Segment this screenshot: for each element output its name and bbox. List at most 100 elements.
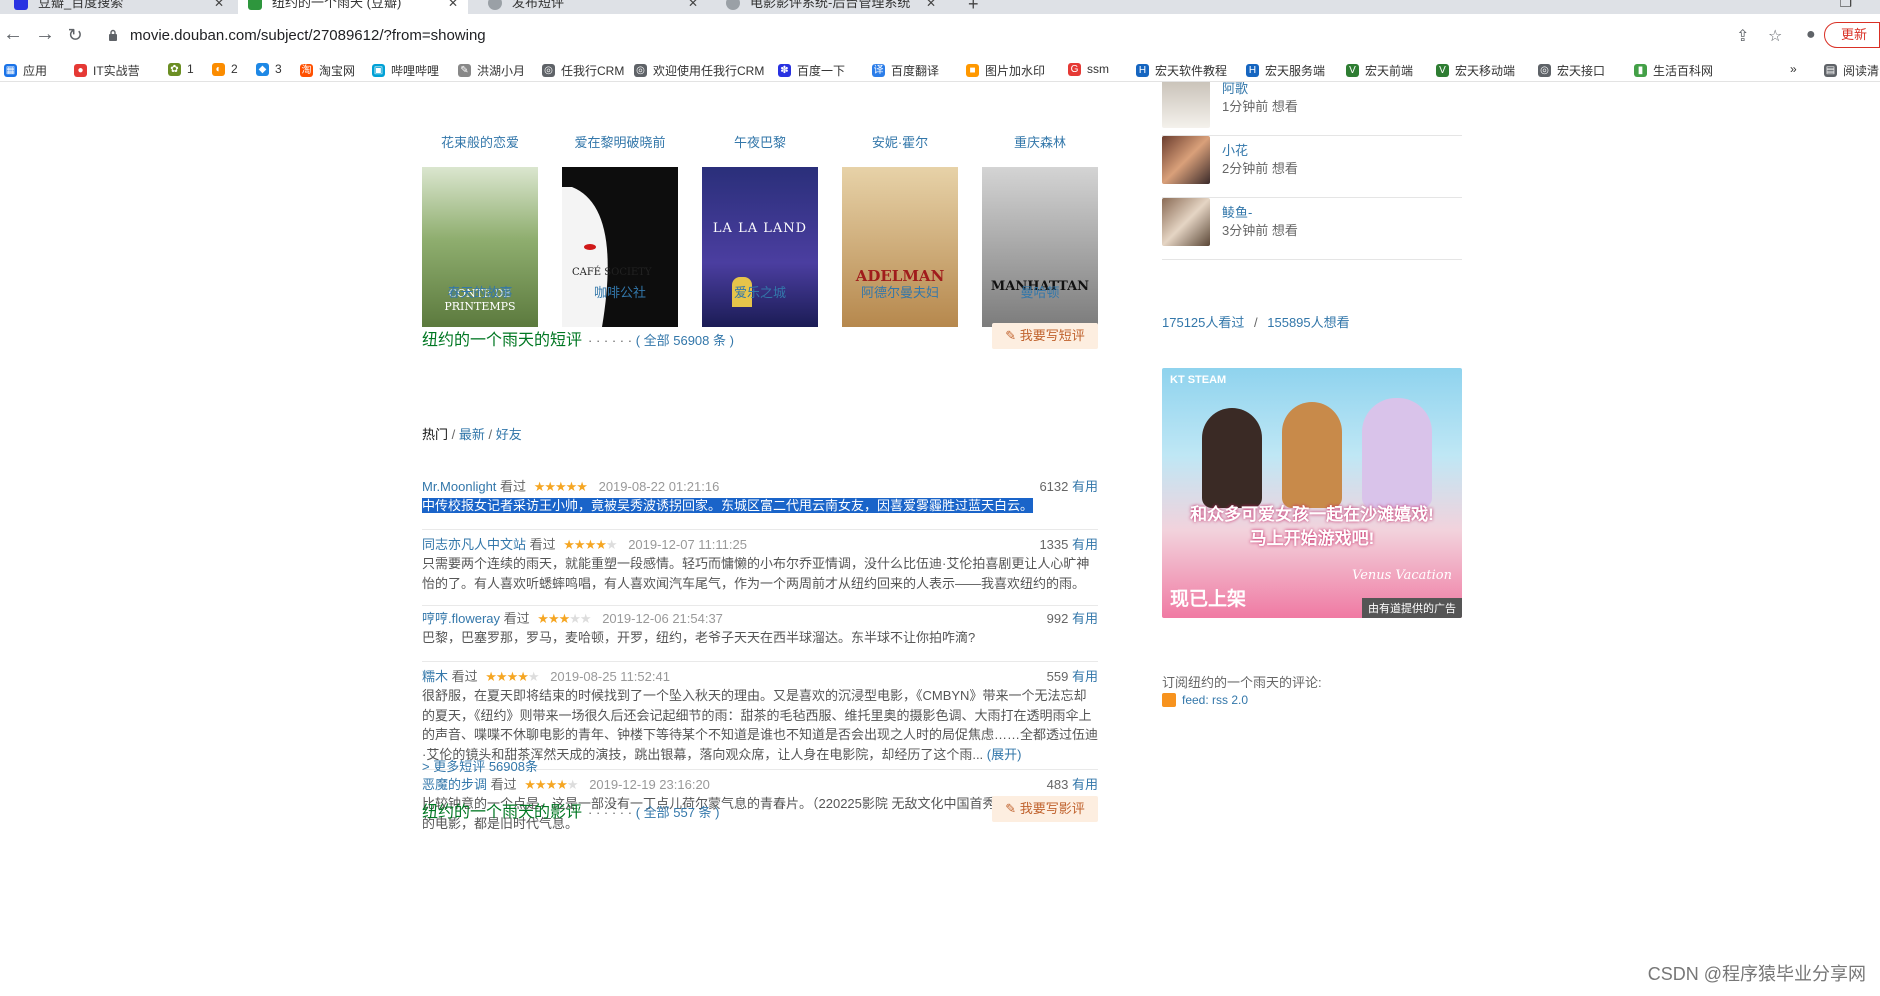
bookmark-item[interactable]: ▣ 哔哩哔哩 — [372, 62, 439, 79]
reading-list-label: 阅读清 — [1843, 64, 1880, 78]
poster-title[interactable]: 重庆森林 — [982, 132, 1098, 151]
user-name[interactable]: 鲮鱼- — [1222, 202, 1252, 221]
write-short-review-button[interactable]: ✎ 我要写短评 — [992, 323, 1098, 349]
back-arrow-icon[interactable]: ← — [0, 23, 26, 46]
poster-title[interactable]: 爱在黎明破晓前 — [562, 132, 678, 151]
forward-arrow-icon[interactable]: → — [32, 23, 58, 46]
bookmark-item[interactable]: ✿ 1 — [168, 62, 194, 76]
long-reviews-heading: 纽约的一个雨天的影评 · · · · · · ( 全部 557 条 ) — [422, 798, 719, 822]
comment-time: 2019-08-25 11:52:41 — [550, 669, 670, 684]
poster-image[interactable]: ADELMAN — [842, 167, 958, 327]
all-short-reviews-link[interactable]: ( 全部 56908 条 ) — [636, 333, 734, 348]
tab-hot[interactable]: 热门 — [422, 427, 448, 442]
bookmark-item[interactable]: ◎ 任我行CRM — [542, 62, 624, 79]
lock-icon[interactable] — [108, 29, 118, 41]
useful-button[interactable]: 有用 — [1072, 479, 1098, 494]
bookmark-star-icon[interactable]: ☆ — [1768, 26, 1782, 46]
poster-image[interactable]: CAFÉ SOCIETY — [562, 167, 678, 327]
comment-user[interactable]: 恶魔的步调 — [422, 777, 487, 792]
poster-title[interactable]: 花束般的恋爱 — [422, 132, 538, 151]
browser-tab-douban[interactable]: 纽约的一个雨天 (豆瓣) ✕ — [238, 0, 468, 14]
poster-title[interactable]: 曼哈顿 — [982, 282, 1098, 301]
poster-title[interactable]: 安妮·霍尔 — [842, 132, 958, 151]
avatar[interactable] — [1162, 82, 1210, 128]
poster-title[interactable]: 春天的故事 — [422, 282, 538, 301]
bookmark-item[interactable]: H 宏天服务端 — [1246, 62, 1325, 79]
poster-image[interactable]: MANHATTAN — [982, 167, 1098, 327]
bookmark-item[interactable]: ◆ 3 — [256, 62, 282, 76]
poster-title[interactable]: 午夜巴黎 — [702, 132, 818, 151]
bookmark-item[interactable]: ◎ 欢迎使用任我行CRM — [634, 62, 764, 79]
bookmark-icon: 译 — [872, 64, 885, 77]
poster-title[interactable]: 阿德尔曼夫妇 — [842, 282, 958, 301]
close-tab-icon[interactable]: ✕ — [214, 0, 224, 14]
close-tab-icon[interactable]: ✕ — [688, 0, 698, 14]
write-long-review-button[interactable]: ✎ 我要写影评 — [992, 796, 1098, 822]
close-tab-icon[interactable]: ✕ — [448, 0, 458, 14]
user-name[interactable]: 小花 — [1222, 140, 1248, 159]
bookmark-item[interactable]: Gssm — [1068, 62, 1109, 76]
profile-avatar-icon[interactable]: ● — [1806, 26, 1816, 44]
avatar[interactable] — [1162, 198, 1210, 246]
poster-image[interactable]: CONTE DE PRINTEMPS — [422, 167, 538, 327]
bookmark-icon: 淘 — [300, 64, 313, 77]
recent-user-item: 阿歌 1分钟前 想看 — [1162, 82, 1462, 136]
poster-title[interactable]: 咖啡公社 — [562, 282, 678, 301]
bookmark-item[interactable]: 译百度翻译 — [872, 62, 939, 79]
advertisement-banner[interactable]: KT STEAM 和众多可爱女孩一起在沙滩嬉戏! 马上开始游戏吧! 现已上架 V… — [1162, 368, 1462, 618]
bookmark-item[interactable]: V 宏天移动端 — [1436, 62, 1515, 79]
expand-link[interactable]: (展开) — [987, 747, 1022, 762]
bookmark-label: 淘宝网 — [319, 64, 356, 78]
comment-user[interactable]: 哼哼.floweray — [422, 611, 500, 626]
useful-button[interactable]: 有用 — [1072, 611, 1098, 626]
useful-button[interactable]: 有用 — [1072, 537, 1098, 552]
wish-count-link[interactable]: 155895人想看 — [1267, 315, 1349, 330]
share-icon[interactable]: ⇪ — [1736, 26, 1749, 46]
comment-user[interactable]: 糯木 — [422, 669, 448, 684]
subscribe-label: 订阅纽约的一个雨天的评论: — [1162, 675, 1322, 690]
bookmark-item[interactable]: ✽ 百度一下 — [778, 62, 845, 79]
close-tab-icon[interactable]: ✕ — [926, 0, 936, 14]
watched-count-link[interactable]: 175125人看过 — [1162, 315, 1244, 330]
comment-user[interactable]: 同志亦凡人中文站 — [422, 537, 526, 552]
useful-button[interactable]: 有用 — [1072, 669, 1098, 684]
address-bar[interactable]: movie.douban.com/subject/27089612/?from=… — [130, 27, 486, 44]
useful-button[interactable]: 有用 — [1072, 777, 1098, 792]
tab-latest[interactable]: 最新 — [459, 427, 485, 442]
bookmark-item[interactable]: ◐ 2 — [212, 62, 238, 76]
browser-tab-strip: 豆瓣_百度搜索 ✕ 纽约的一个雨天 (豆瓣) ✕ 发布短评 ✕ 电影影评系统-后… — [0, 0, 1880, 14]
poster-image[interactable]: LA LA LAND — [702, 167, 818, 327]
browser-tab-admin[interactable]: 电影影评系统-后台管理系统 ✕ — [716, 0, 946, 14]
tab-title: 纽约的一个雨天 (豆瓣) — [272, 0, 402, 10]
bookmark-item[interactable]: ◎ 宏天接口 — [1538, 62, 1605, 79]
more-short-reviews-link[interactable]: > 更多短评 56908条 — [422, 756, 538, 775]
bookmark-item[interactable]: ● IT实战营 — [74, 62, 140, 79]
bookmark-item[interactable]: ■ 图片加水印 — [966, 62, 1045, 79]
bookmark-item[interactable]: V 宏天前端 — [1346, 62, 1413, 79]
browser-tab-publish[interactable]: 发布短评 ✕ — [478, 0, 708, 14]
bookmarks-overflow-icon[interactable]: » — [1790, 62, 1797, 76]
pencil-icon: ✎ — [1005, 328, 1017, 343]
reload-icon[interactable]: ↻ — [62, 25, 88, 46]
bookmark-item[interactable]: ▮ 生活百科网 — [1634, 62, 1713, 79]
bookmark-item[interactable]: ▦ 应用 — [4, 62, 47, 79]
poster-title[interactable]: 爱乐之城 — [702, 282, 818, 301]
user-name[interactable]: 阿歌 — [1222, 82, 1248, 97]
bookmark-item[interactable]: H 宏天软件教程 — [1136, 62, 1227, 79]
bookmark-label: 1 — [187, 62, 194, 76]
recent-user-item: 鲮鱼- 3分钟前 想看 — [1162, 198, 1462, 260]
avatar[interactable] — [1162, 136, 1210, 184]
ad-brand: Venus Vacation — [1352, 568, 1452, 583]
window-restore-icon[interactable]: ❐ — [1839, 0, 1852, 11]
comment-user[interactable]: Mr.Moonlight — [422, 479, 496, 494]
rss-feed-link[interactable]: feed: rss 2.0 — [1162, 693, 1248, 707]
browser-tab-baidu[interactable]: 豆瓣_百度搜索 ✕ — [4, 0, 234, 14]
tab-friends[interactable]: 好友 — [496, 427, 522, 442]
bookmark-item[interactable]: 淘淘宝网 — [300, 62, 355, 79]
all-long-reviews-link[interactable]: ( 全部 557 条 ) — [636, 805, 720, 820]
bookmark-item[interactable]: ✎ 洪湖小月 — [458, 62, 525, 79]
reading-list-button[interactable]: ▤ 阅读清 — [1824, 62, 1879, 79]
update-button[interactable]: 更新 — [1823, 22, 1880, 48]
new-tab-icon[interactable]: + — [968, 0, 979, 14]
bookmark-icon: ✎ — [458, 64, 471, 77]
